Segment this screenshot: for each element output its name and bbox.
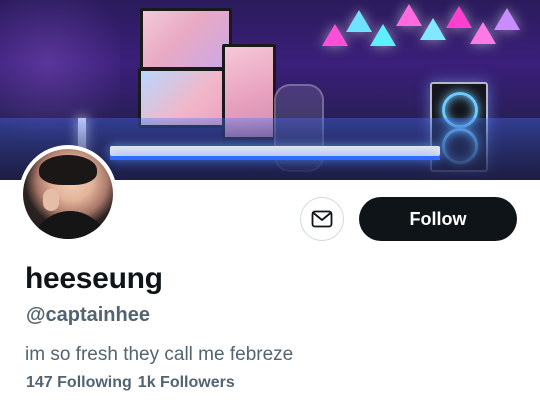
banner-light-panel — [470, 22, 496, 44]
avatar-hair — [39, 155, 97, 185]
followers-count-link[interactable]: 1k Followers — [138, 374, 235, 392]
message-button[interactable] — [300, 197, 344, 241]
display-name: heeseung — [25, 262, 163, 295]
banner-light-panel — [346, 10, 372, 32]
avatar[interactable] — [19, 145, 117, 243]
avatar-shoulders — [31, 211, 109, 239]
banner-light-panel — [494, 8, 520, 30]
banner-light-panel — [446, 6, 472, 28]
user-handle: @captainhee — [26, 304, 150, 326]
banner-desk — [110, 146, 440, 156]
banner-light-panel — [322, 24, 348, 46]
avatar-hand — [43, 189, 59, 211]
banner-monitor — [140, 8, 232, 70]
banner-light-panel — [420, 18, 446, 40]
banner-light-panel — [396, 4, 422, 26]
following-count-link[interactable]: 147 Following — [26, 374, 132, 392]
avatar-image — [23, 149, 113, 239]
envelope-icon — [311, 210, 333, 228]
follow-button[interactable]: Follow — [359, 197, 517, 241]
banner-led-strip — [110, 156, 440, 160]
profile-stats: 147 Following 1k Followers — [26, 374, 235, 392]
profile-bio: im so fresh they call me febreze — [25, 344, 294, 365]
banner-light-panel — [370, 24, 396, 46]
follow-button-label: Follow — [409, 208, 467, 229]
